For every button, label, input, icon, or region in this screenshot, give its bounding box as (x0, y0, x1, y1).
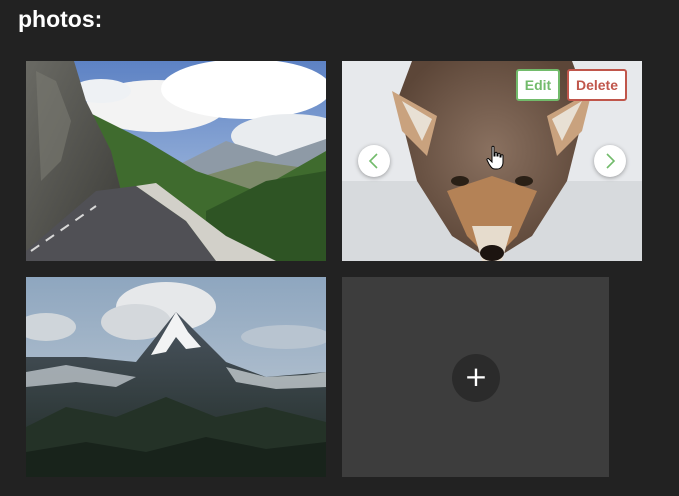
next-photo-button[interactable] (594, 145, 626, 177)
page-title: photos: (18, 6, 103, 32)
chevron-right-icon (606, 153, 616, 169)
photo-tile-mountain-road[interactable] (26, 61, 326, 261)
photos-page: photos: Edit Delete + (0, 0, 679, 496)
photo-tile-coyote[interactable]: Edit Delete (342, 61, 642, 261)
add-photo-button[interactable]: + (452, 354, 500, 402)
delete-button[interactable]: Delete (567, 69, 627, 101)
plus-icon: + (464, 360, 488, 393)
photo-mountain-peak-image (26, 277, 326, 477)
add-photo-tile[interactable]: + (342, 277, 609, 477)
chevron-left-icon (368, 153, 378, 169)
hand-pointer-cursor-icon (486, 145, 504, 170)
edit-button[interactable]: Edit (516, 69, 560, 101)
prev-photo-button[interactable] (358, 145, 390, 177)
photo-mountain-road-image (26, 61, 326, 261)
photo-tile-mountain-peak[interactable] (26, 277, 326, 477)
